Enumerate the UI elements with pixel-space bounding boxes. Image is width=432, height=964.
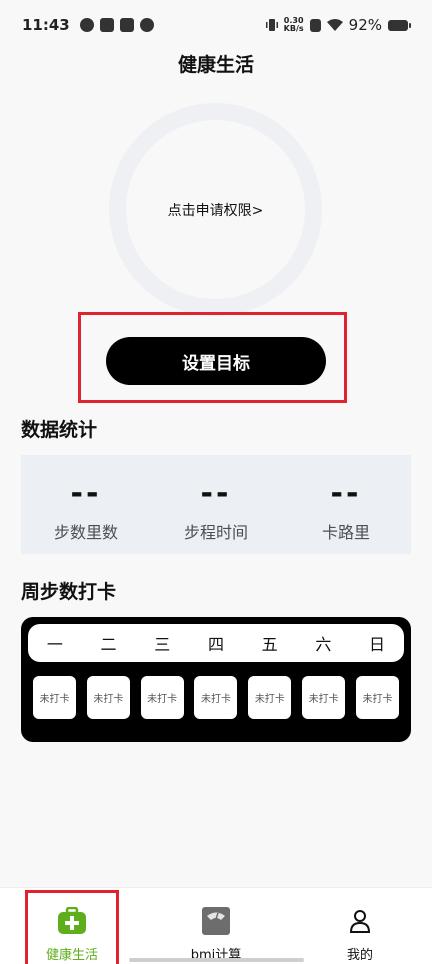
weekday-thu: 四 — [207, 635, 224, 654]
page-title: 健康生活 — [177, 54, 254, 76]
checkin-cell-tue[interactable]: 未打卡 — [86, 676, 130, 719]
stat-time-label: 步程时间 — [183, 523, 248, 542]
cloud-icon — [139, 18, 154, 32]
checkin-cell-thu[interactable]: 未打卡 — [194, 676, 238, 719]
nav-item-bmi[interactable]: bmi计算 — [161, 888, 271, 964]
sim-off-icon — [309, 18, 321, 32]
stats-title: 数据统计 — [21, 419, 98, 441]
sync-icon — [79, 18, 94, 32]
stat-time-value: -- — [200, 476, 232, 511]
stat-calories-label: 卡路里 — [321, 523, 370, 542]
person-icon — [345, 906, 375, 936]
stat-time: -- 步程时间 — [151, 455, 281, 543]
status-left: 11:43 — [22, 16, 154, 34]
weekday-wed: 三 — [154, 635, 171, 654]
status-bar: 11:43 0.30 KB/s 92% — [0, 0, 432, 50]
weekly-title: 周步数打卡 — [21, 581, 117, 603]
checkin-cell-sun[interactable]: 未打卡 — [355, 676, 399, 719]
step-progress-ring: 点击申请权限> — [109, 103, 322, 316]
checkin-cells: 未打卡 未打卡 未打卡 未打卡 未打卡 未打卡 未打卡 — [33, 676, 399, 719]
checkin-cell-wed[interactable]: 未打卡 — [140, 676, 184, 719]
weekday-fri: 五 — [261, 635, 278, 654]
stat-distance-value: -- — [70, 476, 102, 511]
nav-label-profile: 我的 — [346, 948, 373, 963]
vibrate-icon — [265, 19, 278, 31]
weekly-card: 一 二 三 四 五 六 日 未打卡 未打卡 未打卡 未打卡 未打卡 未打卡 未打… — [21, 617, 411, 742]
nav-item-profile[interactable]: 我的 — [305, 888, 415, 964]
weekday-sat: 六 — [315, 635, 332, 654]
scale-icon — [201, 906, 231, 936]
weekday-header: 一 二 三 四 五 六 日 — [28, 624, 404, 662]
weekday-mon: 一 — [46, 635, 63, 654]
home-indicator — [129, 958, 304, 962]
stat-calories-value: -- — [330, 476, 362, 511]
stat-distance: -- 步数里数 — [21, 455, 151, 543]
battery-percent: 92% — [348, 16, 382, 34]
status-time: 11:43 — [22, 16, 70, 34]
battery-icon — [388, 19, 411, 31]
net-speed: 0.30 KB/s — [284, 17, 304, 33]
net-speed-unit: KB/s — [283, 24, 304, 33]
status-right: 0.30 KB/s 92% — [265, 16, 411, 34]
weekday-sun: 日 — [369, 635, 386, 654]
stat-distance-label: 步数里数 — [53, 523, 118, 542]
checkin-cell-mon[interactable]: 未打卡 — [33, 676, 76, 719]
set-goal-button[interactable]: 设置目标 — [106, 337, 326, 385]
tiktok-icon — [99, 18, 114, 32]
weekday-tue: 二 — [100, 635, 117, 654]
mail-icon — [119, 18, 134, 32]
checkin-cell-fri[interactable]: 未打卡 — [248, 676, 292, 719]
wifi-icon — [326, 19, 343, 31]
checkin-cell-sat[interactable]: 未打卡 — [302, 676, 346, 719]
stats-card: -- 步数里数 -- 步程时间 -- 卡路里 — [21, 455, 411, 554]
stat-calories: -- 卡路里 — [281, 455, 411, 543]
nav-health-highlight — [25, 890, 119, 964]
request-permission-link[interactable]: 点击申请权限> — [168, 200, 264, 220]
